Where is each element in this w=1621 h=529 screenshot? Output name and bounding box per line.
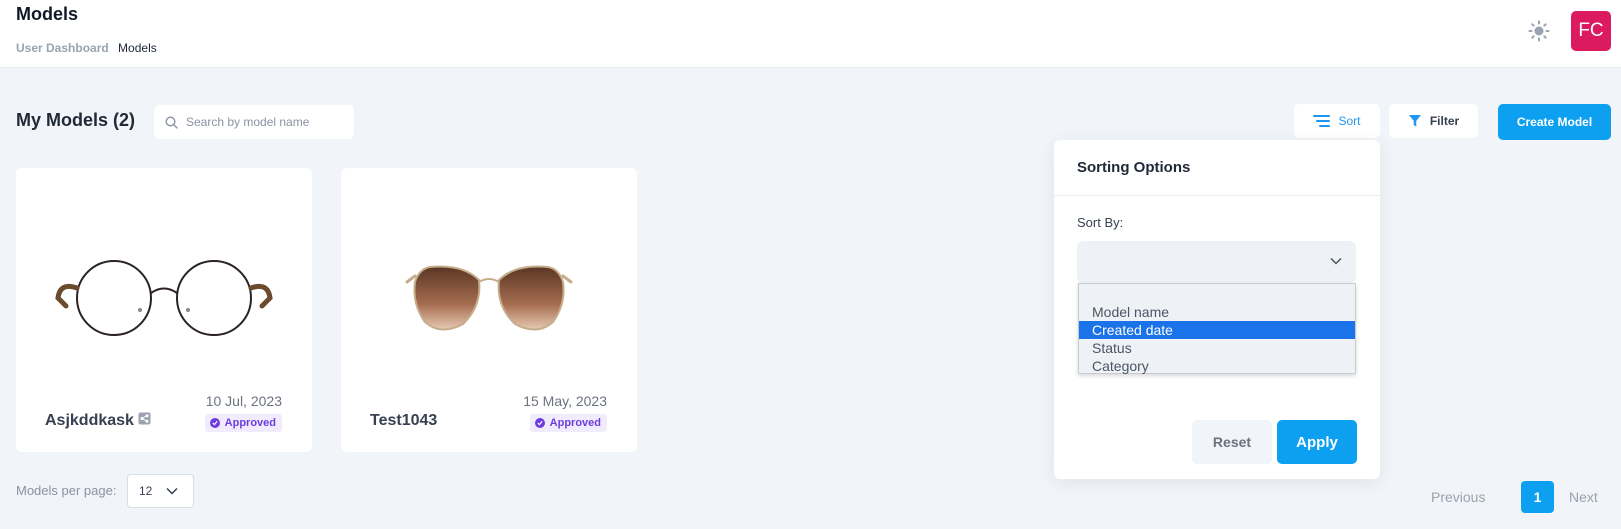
top-header: Models User Dashboard Models FC	[0, 0, 1621, 68]
chevron-down-icon	[166, 487, 178, 495]
breadcrumb: User Dashboard Models	[16, 41, 157, 55]
sun-icon[interactable]	[1528, 20, 1550, 42]
check-circle-icon	[209, 418, 220, 428]
per-page-value: 12	[139, 484, 153, 498]
per-page-label: Models per page:	[16, 483, 117, 498]
sorting-options-panel: Sorting Options Sort By: Model name Crea…	[1054, 140, 1380, 479]
model-date: 15 May, 2023	[523, 393, 607, 409]
model-card[interactable]: Test1043 15 May, 2023 Approved	[341, 168, 637, 452]
next-page-button[interactable]: Next	[1569, 489, 1598, 505]
sorting-options-title: Sorting Options	[1077, 159, 1191, 176]
model-card[interactable]: Asjkddkask 10 Jul, 2023 Approved	[16, 168, 312, 452]
breadcrumb-current: Models	[118, 41, 157, 55]
status-badge: Approved	[529, 414, 607, 432]
sort-button-label: Sort	[1338, 114, 1361, 128]
status-text: Approved	[224, 417, 276, 429]
sort-lines-icon	[1313, 114, 1331, 127]
funnel-icon	[1408, 115, 1421, 127]
model-name-text: Test1043	[370, 412, 438, 429]
sort-option-status[interactable]: Status	[1079, 339, 1355, 357]
sunglasses-image	[405, 265, 573, 331]
search-box[interactable]	[154, 105, 354, 139]
sort-option-model-name[interactable]: Model name	[1079, 303, 1355, 321]
sort-by-select[interactable]	[1077, 241, 1356, 283]
model-name: Test1043	[370, 412, 437, 430]
share-icon[interactable]	[138, 412, 151, 430]
apply-button[interactable]: Apply	[1277, 420, 1357, 464]
search-input[interactable]	[186, 115, 346, 129]
sort-option-category[interactable]: Category	[1079, 357, 1355, 375]
avatar[interactable]: FC	[1571, 11, 1611, 51]
previous-page-button[interactable]: Previous	[1431, 489, 1485, 505]
check-circle-icon	[534, 418, 545, 428]
model-date: 10 Jul, 2023	[205, 393, 282, 409]
sort-by-label: Sort By:	[1077, 215, 1124, 230]
create-model-button[interactable]: Create Model	[1498, 104, 1611, 140]
status-badge: Approved	[204, 414, 282, 432]
per-page-select[interactable]: 12	[127, 474, 194, 508]
search-icon	[165, 115, 178, 129]
page-1-button[interactable]: 1	[1521, 481, 1554, 513]
reset-button[interactable]: Reset	[1192, 420, 1272, 464]
eyeglasses-image	[55, 260, 273, 336]
sort-option-created-date[interactable]: Created date	[1079, 321, 1355, 339]
filter-button[interactable]: Filter	[1389, 104, 1478, 138]
filter-button-label: Filter	[1429, 114, 1460, 128]
section-heading: My Models (2)	[16, 110, 136, 130]
divider	[1054, 195, 1380, 196]
status-text: Approved	[549, 417, 601, 429]
sort-by-dropdown-list: Model name Created date Status Category	[1078, 283, 1356, 374]
chevron-down-icon	[1330, 257, 1342, 265]
model-name: Asjkddkask	[45, 412, 151, 430]
breadcrumb-user-dashboard[interactable]: User Dashboard	[16, 41, 109, 55]
sort-button[interactable]: Sort	[1294, 104, 1380, 138]
model-name-text: Asjkddkask	[45, 412, 134, 429]
page-title: Models	[16, 4, 79, 24]
